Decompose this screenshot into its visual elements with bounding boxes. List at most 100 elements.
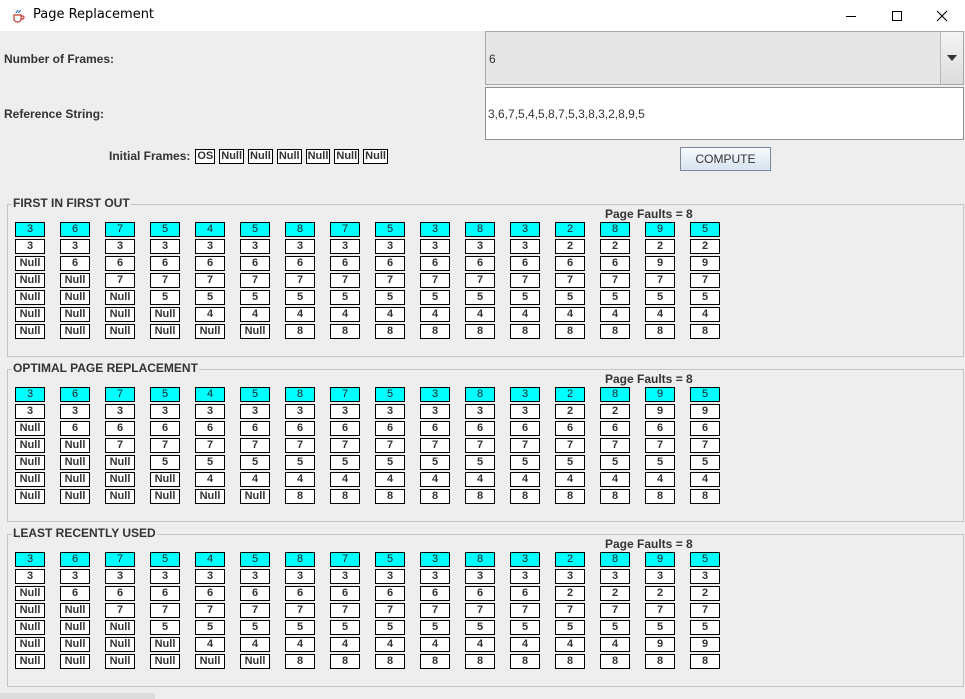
- reference-page-cell: 6: [60, 387, 90, 402]
- frame-column: 7 3 6 7 Null Null Null: [105, 222, 135, 341]
- reference-page-cell: 8: [285, 387, 315, 402]
- reference-page-cell: 8: [285, 552, 315, 567]
- frame-cell: 7: [195, 603, 225, 618]
- frame-cell: 8: [690, 489, 720, 504]
- frame-cell: Null: [15, 438, 45, 453]
- frame-cell: 8: [285, 654, 315, 669]
- frame-column: 5 3 6 7 5 4 Null: [240, 387, 270, 506]
- frame-cell: 6: [555, 256, 585, 271]
- frame-cell: 8: [420, 489, 450, 504]
- frame-cell: Null: [60, 273, 90, 288]
- frame-cell: 3: [690, 569, 720, 584]
- frame-cell: 5: [240, 455, 270, 470]
- frame-cell: 4: [555, 307, 585, 322]
- frame-column: 2 2 6 7 5 4 8: [555, 222, 585, 341]
- frame-cell: 5: [645, 620, 675, 635]
- frame-cell: 6: [195, 421, 225, 436]
- minimize-button[interactable]: [828, 0, 874, 31]
- frame-column: 8 3 6 7 5 4 8: [285, 387, 315, 506]
- frame-cell: Null: [15, 637, 45, 652]
- frame-cell: 4: [690, 472, 720, 487]
- frame-cell: 4: [465, 472, 495, 487]
- compute-button[interactable]: COMPUTE: [680, 147, 771, 171]
- frame-cell: 2: [555, 586, 585, 601]
- frame-cell: 4: [240, 472, 270, 487]
- frame-cell: 4: [420, 637, 450, 652]
- frame-cell: 6: [645, 421, 675, 436]
- frame-cell: Null: [240, 324, 270, 339]
- reference-page-cell: 2: [555, 222, 585, 237]
- frame-cell: 6: [510, 256, 540, 271]
- dropdown-button[interactable]: [940, 32, 963, 84]
- frame-cell: 4: [285, 307, 315, 322]
- frame-cell: 3: [375, 569, 405, 584]
- frames-select[interactable]: 6: [485, 31, 964, 85]
- frame-cell: 3: [375, 239, 405, 254]
- frame-cell: 7: [150, 438, 180, 453]
- frame-cell: Null: [15, 273, 45, 288]
- reference-page-cell: 6: [60, 222, 90, 237]
- maximize-button[interactable]: [874, 0, 920, 31]
- frame-cell: Null: [240, 654, 270, 669]
- frame-cell: 5: [240, 620, 270, 635]
- frame-cell: 6: [105, 586, 135, 601]
- frame-cell: 3: [15, 239, 45, 254]
- frame-cell: 4: [555, 637, 585, 652]
- frame-cell: 9: [690, 637, 720, 652]
- frame-column: 7 3 6 7 5 4 8: [330, 552, 360, 671]
- frame-cell: 8: [285, 324, 315, 339]
- frame-cell: 7: [375, 603, 405, 618]
- frame-cell: Null: [15, 472, 45, 487]
- frame-cell: 7: [645, 603, 675, 618]
- reference-page-cell: 3: [420, 552, 450, 567]
- frame-cell: 3: [60, 239, 90, 254]
- frame-cell: Null: [195, 489, 225, 504]
- frame-cell: 6: [195, 256, 225, 271]
- reference-page-cell: 7: [105, 387, 135, 402]
- reference-page-cell: 5: [375, 552, 405, 567]
- frame-column: 3 3 Null Null Null Null Null: [15, 387, 45, 506]
- frame-cell: 4: [555, 472, 585, 487]
- reference-page-cell: 8: [600, 222, 630, 237]
- frame-cell: 4: [375, 637, 405, 652]
- frame-cell: Null: [105, 637, 135, 652]
- frame-cell: Null: [15, 324, 45, 339]
- frame-cell: 7: [240, 438, 270, 453]
- optimal-panel: OPTIMAL PAGE REPLACEMENT Page Faults = 8…: [7, 361, 964, 522]
- frame-cell: 8: [510, 324, 540, 339]
- frame-cell: 5: [465, 290, 495, 305]
- frame-cell: Null: [240, 489, 270, 504]
- frame-cell: Null: [60, 620, 90, 635]
- maximize-icon: [892, 10, 902, 21]
- frame-cell: 5: [330, 620, 360, 635]
- frame-cell: 6: [420, 421, 450, 436]
- frame-column: 8 3 6 7 5 4 8: [465, 387, 495, 506]
- reference-page-cell: 2: [555, 387, 585, 402]
- frame-cell: 3: [600, 569, 630, 584]
- frame-cell: 5: [420, 620, 450, 635]
- reference-page-cell: 5: [150, 387, 180, 402]
- frame-cell: 3: [240, 569, 270, 584]
- frame-cell: 7: [465, 603, 495, 618]
- frame-cell: 6: [420, 256, 450, 271]
- frame-cell: 5: [690, 290, 720, 305]
- frame-cell: 6: [465, 586, 495, 601]
- frame-cell: 5: [645, 455, 675, 470]
- frame-cell: 4: [645, 472, 675, 487]
- frame-cell: 9: [645, 256, 675, 271]
- frame-cell: 4: [195, 307, 225, 322]
- frame-cell: 6: [105, 421, 135, 436]
- frame-cell: 7: [195, 273, 225, 288]
- frame-column: 5 3 6 7 5 4 Null: [240, 552, 270, 671]
- frame-cell: 6: [150, 421, 180, 436]
- reference-string-input[interactable]: [486, 88, 963, 139]
- frame-cell: 7: [420, 438, 450, 453]
- frame-cell: 3: [510, 404, 540, 419]
- java-cup-icon: [10, 7, 26, 23]
- frame-cell: 4: [195, 637, 225, 652]
- close-button[interactable]: [919, 0, 965, 31]
- reference-page-cell: 8: [465, 387, 495, 402]
- frame-cell: 6: [330, 586, 360, 601]
- frame-cell: 2: [555, 404, 585, 419]
- frame-cell: 4: [330, 307, 360, 322]
